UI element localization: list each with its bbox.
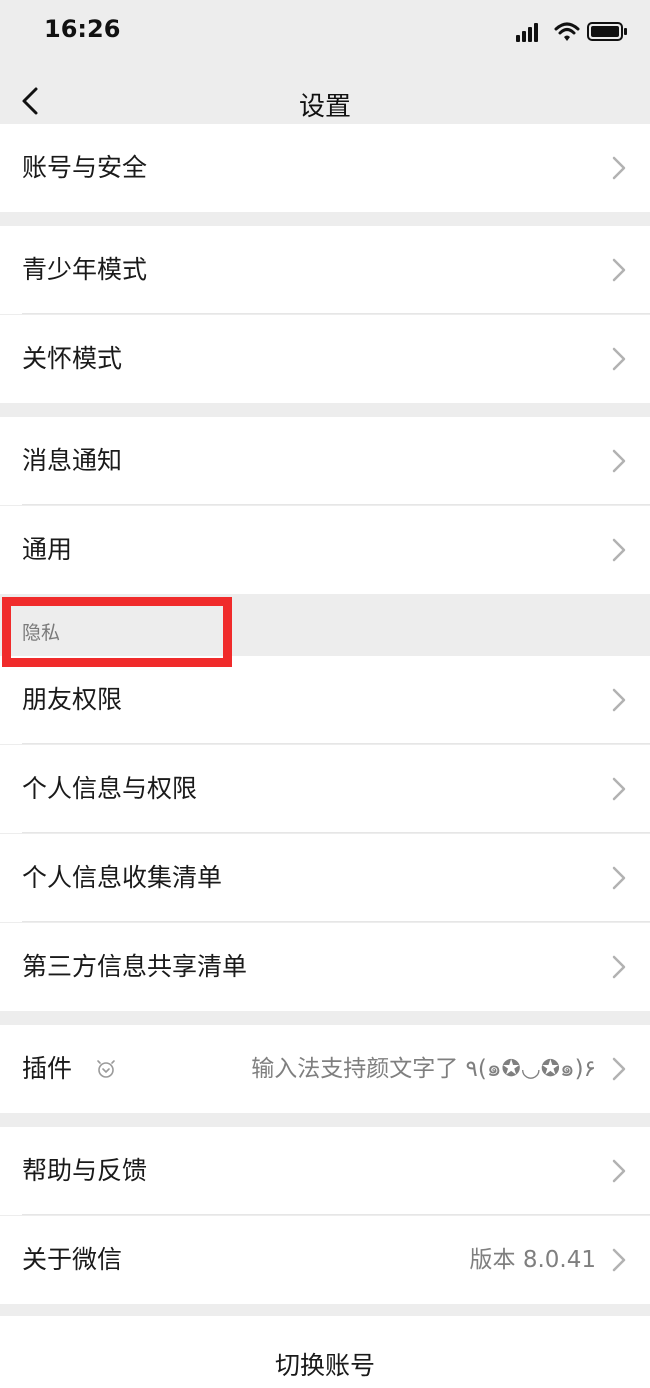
battery-icon	[587, 22, 627, 41]
chevron-right-icon	[612, 1248, 626, 1272]
row-value: 输入法支持颜文字了 ٩(๑✪◡✪๑)۶	[251, 1056, 596, 1082]
row-label: 账号与安全	[22, 153, 148, 182]
row-label: 帮助与反馈	[22, 1156, 148, 1185]
divider	[22, 832, 650, 833]
row-personal-info-permissions[interactable]: 个人信息与权限	[0, 745, 650, 833]
row-about-wechat[interactable]: 关于微信 版本 8.0.41	[0, 1216, 650, 1304]
highlight-box	[2, 597, 232, 667]
switch-account-label: 切换账号	[274, 1351, 375, 1380]
chevron-right-icon	[612, 955, 626, 979]
divider	[22, 1214, 650, 1215]
divider	[22, 313, 650, 314]
status-icons	[516, 20, 628, 44]
row-label: 个人信息收集清单	[22, 863, 223, 892]
row-label: 消息通知	[22, 446, 123, 475]
chevron-right-icon	[612, 538, 626, 562]
row-label: 青少年模式	[22, 255, 148, 284]
chevron-right-icon	[612, 1057, 626, 1081]
chevron-right-icon	[612, 258, 626, 282]
chevron-right-icon	[612, 777, 626, 801]
row-label: 插件	[22, 1054, 73, 1083]
switch-account-button[interactable]: 切换账号	[0, 1316, 650, 1388]
row-help-feedback[interactable]: 帮助与反馈	[0, 1127, 650, 1215]
plugin-bulb-icon	[97, 1060, 115, 1078]
row-label: 关于微信	[22, 1245, 123, 1274]
divider	[22, 743, 650, 744]
chevron-right-icon	[612, 688, 626, 712]
row-label: 个人信息与权限	[22, 774, 198, 803]
row-label: 第三方信息共享清单	[22, 952, 248, 981]
row-personal-info-collection[interactable]: 个人信息收集清单	[0, 834, 650, 922]
chevron-right-icon	[612, 1159, 626, 1183]
row-label: 通用	[22, 535, 73, 564]
chevron-right-icon	[612, 866, 626, 890]
row-notifications[interactable]: 消息通知	[0, 417, 650, 505]
row-third-party-sharing[interactable]: 第三方信息共享清单	[0, 923, 650, 1011]
wifi-icon	[554, 22, 580, 41]
row-general[interactable]: 通用	[0, 506, 650, 594]
row-plugins[interactable]: 插件 输入法支持颜文字了 ٩(๑✪◡✪๑)۶	[0, 1025, 650, 1113]
row-label: 关怀模式	[22, 344, 123, 373]
row-care-mode[interactable]: 关怀模式	[0, 315, 650, 403]
divider	[22, 504, 650, 505]
status-time: 16:26	[44, 15, 121, 43]
signal-icon	[516, 23, 538, 42]
row-friend-permissions[interactable]: 朋友权限	[0, 656, 650, 744]
chevron-right-icon	[612, 156, 626, 180]
chevron-right-icon	[612, 347, 626, 371]
status-bar: 16:26	[0, 0, 650, 62]
chevron-right-icon	[612, 449, 626, 473]
row-value: 版本 8.0.41	[469, 1247, 596, 1273]
page-title: 设置	[298, 92, 351, 122]
row-account-security[interactable]: 账号与安全	[0, 124, 650, 212]
row-label: 朋友权限	[22, 685, 123, 714]
divider	[22, 921, 650, 922]
row-teen-mode[interactable]: 青少年模式	[0, 226, 650, 314]
